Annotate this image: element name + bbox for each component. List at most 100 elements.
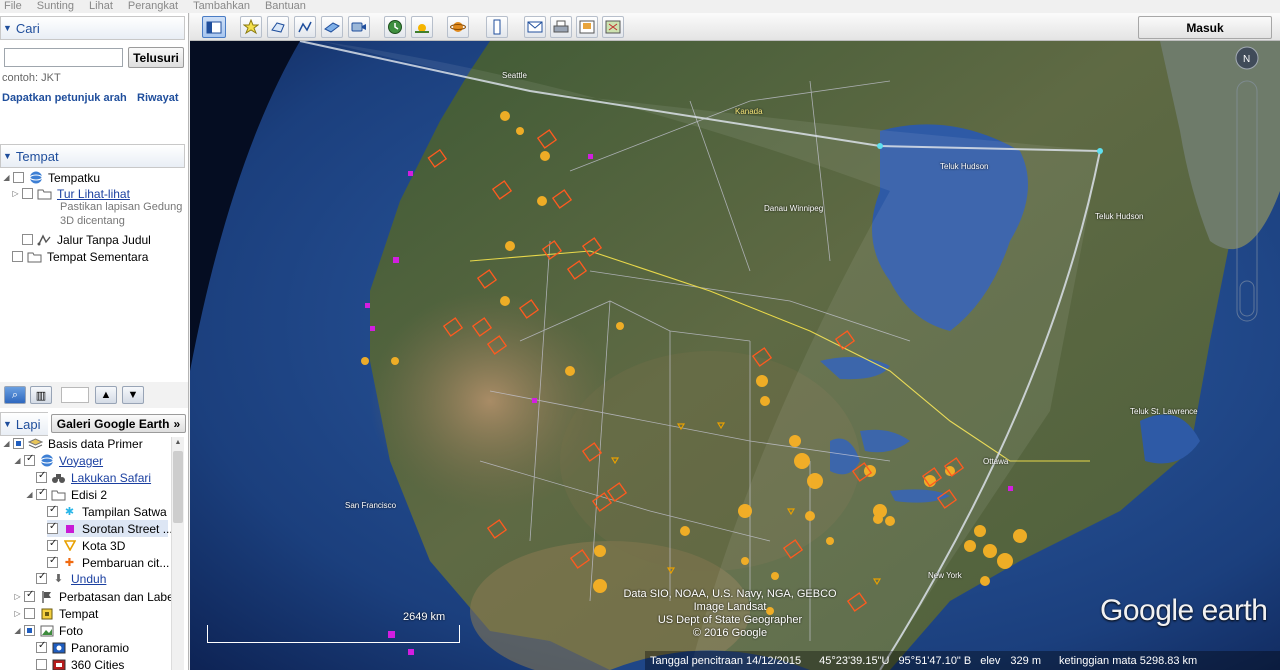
places-square-icon bbox=[39, 607, 54, 620]
download-arrow-icon: ⬇ bbox=[53, 573, 64, 585]
collapse-icon[interactable]: ◢ bbox=[25, 490, 34, 499]
record-tour-icon[interactable] bbox=[348, 16, 370, 38]
layer-item[interactable]: ▷ Perbatasan dan Label bbox=[13, 588, 176, 605]
sunlight-icon[interactable] bbox=[411, 16, 433, 38]
checkbox[interactable] bbox=[36, 470, 47, 483]
untitled-path-item[interactable]: Jalur Tanpa Judul bbox=[22, 231, 151, 248]
layers-scrollbar[interactable]: ▲ bbox=[171, 437, 184, 670]
attribution: Data SIO, NOAA, U.S. Navy, NGA, GEBCO Im… bbox=[623, 588, 837, 639]
layer-item[interactable]: Kota 3D bbox=[47, 537, 125, 554]
checkbox[interactable] bbox=[47, 504, 58, 517]
move-down-icon[interactable]: ▼ bbox=[122, 386, 144, 404]
checkbox[interactable] bbox=[47, 521, 58, 534]
checkbox[interactable] bbox=[36, 487, 47, 500]
binoculars-icon bbox=[51, 471, 66, 484]
placemark-icon[interactable] bbox=[240, 16, 262, 38]
checkbox[interactable] bbox=[47, 538, 58, 551]
checkbox[interactable] bbox=[24, 625, 35, 636]
collapse-icon[interactable]: ◢ bbox=[13, 626, 22, 635]
map-label-seattle: Seattle bbox=[502, 71, 527, 80]
checkbox[interactable] bbox=[13, 438, 24, 449]
print-icon[interactable] bbox=[550, 16, 572, 38]
menu-help[interactable]: Bantuan bbox=[265, 0, 306, 13]
globe-imagery: N bbox=[190, 41, 1280, 670]
checkbox[interactable] bbox=[12, 251, 23, 262]
sign-in-button[interactable]: Masuk bbox=[1138, 16, 1272, 39]
save-image-icon[interactable] bbox=[576, 16, 598, 38]
photo-icon bbox=[39, 624, 54, 637]
map-label-gulf: Teluk St. Lawrence bbox=[1130, 407, 1198, 416]
layer-item[interactable]: 360 Cities bbox=[36, 656, 124, 670]
scroll-up-icon[interactable]: ▲ bbox=[172, 437, 184, 449]
places-header[interactable]: ▼ Tempat bbox=[0, 144, 185, 168]
checkbox[interactable] bbox=[24, 608, 35, 619]
my-places-item[interactable]: ◢ Tempatku bbox=[2, 169, 100, 186]
layer-item[interactable]: ◢ Voyager bbox=[13, 452, 103, 469]
path-icon[interactable] bbox=[294, 16, 316, 38]
checkbox[interactable] bbox=[36, 571, 47, 584]
checkbox[interactable] bbox=[36, 640, 47, 653]
expand-icon[interactable]: ▷ bbox=[11, 189, 20, 198]
checkbox[interactable] bbox=[36, 659, 47, 670]
menu-view[interactable]: Lihat bbox=[89, 0, 113, 13]
panel-toggle-icon[interactable]: ▥ bbox=[30, 386, 52, 404]
layer-item[interactable]: ⬇ Unduh bbox=[36, 570, 106, 587]
google-earth-logo: Google earth bbox=[1100, 594, 1268, 627]
image-overlay-icon[interactable] bbox=[321, 16, 343, 38]
layer-item[interactable]: ▷ Tempat bbox=[13, 605, 98, 622]
layer-item[interactable]: ◢ Edisi 2 bbox=[25, 486, 107, 503]
search-button[interactable]: Telusuri bbox=[128, 47, 184, 68]
eye-altitude-readout: ketinggian mata 5298.83 km bbox=[1059, 654, 1198, 667]
layer-item[interactable]: ◢ Basis data Primer bbox=[2, 435, 142, 452]
menu-file[interactable]: File bbox=[4, 0, 22, 13]
sidebar-toggle-icon[interactable] bbox=[202, 16, 226, 38]
earth-view[interactable]: N Kanada Teluk Hudson Danau Winnipeg Tel… bbox=[190, 41, 1280, 670]
history-link[interactable]: Riwayat bbox=[137, 92, 179, 104]
expand-icon[interactable]: ▷ bbox=[13, 592, 22, 601]
planets-icon[interactable] bbox=[447, 16, 469, 38]
map-label-new-york: New York bbox=[928, 571, 962, 580]
email-icon[interactable] bbox=[524, 16, 546, 38]
map-label-ottawa: Ottawa bbox=[983, 457, 1009, 466]
layer-item[interactable]: ✱ Tampilan Satwa bbox=[47, 503, 167, 520]
directions-link[interactable]: Dapatkan petunjuk arah bbox=[2, 92, 127, 104]
menu-tools[interactable]: Perangkat bbox=[128, 0, 178, 13]
checkbox[interactable] bbox=[22, 188, 33, 199]
checkbox[interactable] bbox=[47, 555, 58, 568]
scale-bar bbox=[207, 625, 460, 643]
layer-item[interactable]: ✚ Pembaruan cit... bbox=[47, 554, 169, 571]
search-places-icon[interactable]: ⌕ bbox=[4, 386, 26, 404]
places-toolbar: ⌕ ▥ ▲ ▼ bbox=[0, 382, 188, 408]
menu-edit[interactable]: Sunting bbox=[37, 0, 74, 13]
path-icon bbox=[37, 233, 52, 246]
layer-item[interactable]: ◢ Foto bbox=[13, 622, 83, 639]
historical-imagery-icon[interactable] bbox=[384, 16, 406, 38]
search-header[interactable]: ▼ Cari bbox=[0, 16, 185, 40]
layer-item-selected[interactable]: Sorotan Street ... bbox=[47, 520, 173, 537]
layers-stack-icon bbox=[28, 437, 43, 450]
temp-places-item[interactable]: Tempat Sementara bbox=[12, 248, 148, 265]
expand-icon[interactable]: ▷ bbox=[13, 609, 22, 618]
gallery-button[interactable]: Galeri Google Earth » bbox=[51, 414, 186, 433]
move-up-icon[interactable]: ▲ bbox=[95, 386, 117, 404]
places-filter-box[interactable] bbox=[61, 387, 89, 403]
menu-add[interactable]: Tambahkan bbox=[193, 0, 250, 13]
maps-icon[interactable] bbox=[602, 16, 624, 38]
collapse-icon[interactable]: ◢ bbox=[2, 439, 11, 448]
collapse-icon[interactable]: ◢ bbox=[2, 173, 11, 182]
double-chevron-icon: » bbox=[173, 416, 181, 431]
scroll-thumb[interactable] bbox=[173, 451, 183, 523]
checkbox[interactable] bbox=[24, 589, 35, 602]
layer-item[interactable]: Panoramio bbox=[36, 639, 129, 656]
ruler-icon[interactable] bbox=[486, 16, 508, 38]
layers-header[interactable]: ▼ Lapi bbox=[0, 412, 48, 436]
polygon-icon[interactable] bbox=[267, 16, 289, 38]
layer-item[interactable]: Lakukan Safari bbox=[36, 469, 151, 486]
search-input[interactable] bbox=[4, 48, 123, 67]
collapse-icon[interactable]: ◢ bbox=[13, 456, 22, 465]
checkbox[interactable] bbox=[22, 234, 33, 245]
checkbox[interactable] bbox=[13, 172, 24, 183]
checkbox[interactable] bbox=[24, 453, 35, 466]
cities360-icon bbox=[51, 658, 66, 670]
collapse-triangle-icon: ▼ bbox=[3, 151, 12, 161]
